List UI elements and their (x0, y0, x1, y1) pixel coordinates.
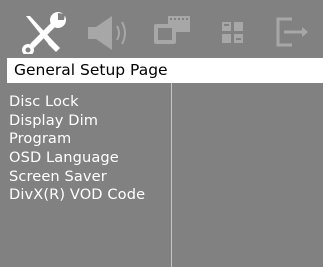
exit-icon[interactable] (268, 10, 312, 54)
audio-setup-icon[interactable] (84, 10, 134, 54)
page-title: General Setup Page (7, 58, 323, 83)
setup-toolbar (0, 0, 323, 62)
setup-screen: General Setup Page Disc Lock Display Dim… (0, 0, 323, 267)
menu-item-divx-vod-code[interactable]: DivX(R) VOD Code (9, 186, 145, 205)
menu-item-program[interactable]: Program (9, 130, 145, 149)
menu-item-osd-language[interactable]: OSD Language (9, 149, 145, 168)
menu-item-display-dim[interactable]: Display Dim (9, 112, 145, 131)
menu-item-screen-saver[interactable]: Screen Saver (9, 168, 145, 187)
video-setup-icon[interactable] (150, 10, 200, 54)
settings-list: Disc Lock Display Dim Program OSD Langua… (9, 93, 145, 205)
general-setup-icon[interactable] (18, 10, 68, 54)
menu-item-disc-lock[interactable]: Disc Lock (9, 93, 145, 112)
panel-divider (171, 83, 172, 267)
preference-icon[interactable] (214, 10, 254, 54)
